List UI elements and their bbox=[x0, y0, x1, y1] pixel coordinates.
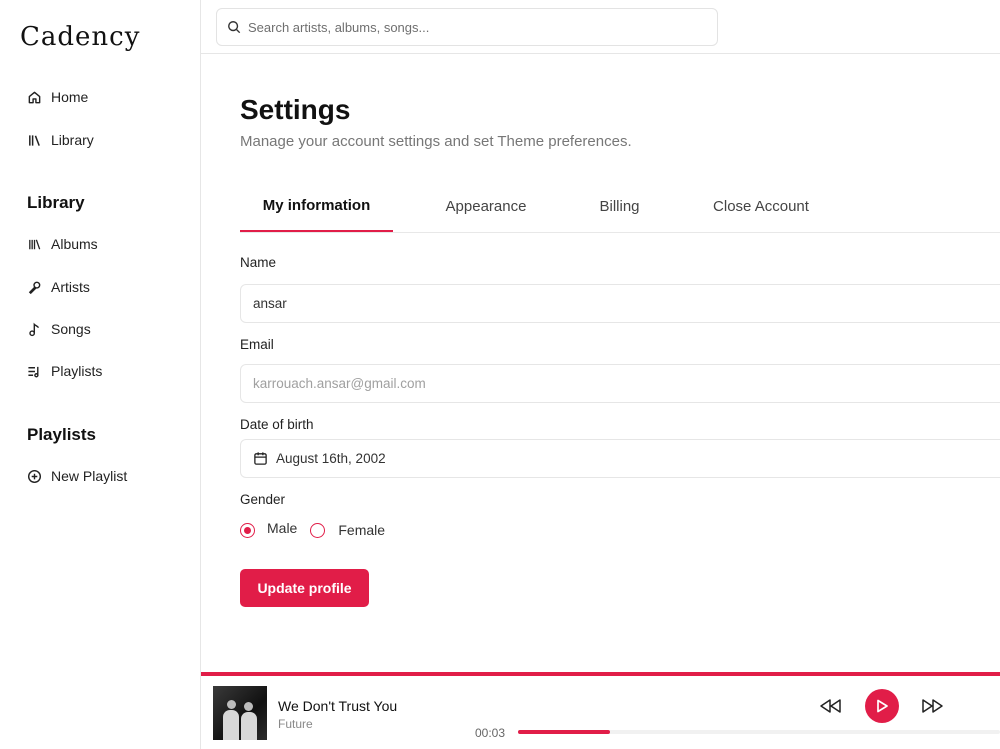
progress-fill bbox=[518, 730, 610, 734]
elapsed-time: 00:03 bbox=[475, 726, 506, 740]
play-button[interactable] bbox=[865, 689, 899, 723]
tab-close-account[interactable]: Close Account bbox=[690, 180, 832, 232]
sidebar-item-label: Library bbox=[51, 132, 94, 148]
plus-circle-icon bbox=[27, 469, 42, 483]
settings-tabs: My information Appearance Billing Close … bbox=[240, 180, 1000, 233]
dob-label: Date of birth bbox=[240, 417, 314, 432]
page-subtitle: Manage your account settings and set The… bbox=[240, 133, 632, 150]
library-icon bbox=[29, 134, 40, 146]
rewind-button[interactable] bbox=[818, 694, 844, 718]
play-icon bbox=[877, 699, 888, 713]
album-cover bbox=[213, 686, 267, 740]
music-player: We Don't Trust You Future 00:03 bbox=[201, 672, 1000, 749]
name-field[interactable] bbox=[240, 284, 1000, 323]
gender-radio-group: Male Female bbox=[240, 518, 398, 542]
tab-billing[interactable]: Billing bbox=[580, 180, 659, 232]
app-logo[interactable]: Cadency bbox=[20, 22, 140, 52]
library-heading: Library bbox=[27, 193, 85, 212]
email-field bbox=[240, 364, 1000, 403]
dob-value: August 16th, 2002 bbox=[276, 451, 386, 466]
sidebar-item-label: Artists bbox=[51, 279, 90, 295]
email-label: Email bbox=[240, 337, 274, 352]
playlist-icon bbox=[28, 366, 39, 377]
gender-radio-female[interactable] bbox=[310, 522, 326, 538]
search-box[interactable] bbox=[216, 8, 718, 46]
top-bar bbox=[201, 0, 1000, 54]
date-picker[interactable]: August 16th, 2002 bbox=[240, 439, 1000, 478]
sidebar-item-label: Albums bbox=[51, 236, 98, 252]
update-profile-button[interactable]: Update profile bbox=[240, 569, 369, 607]
sidebar-item-label: New Playlist bbox=[51, 468, 128, 484]
tab-appearance[interactable]: Appearance bbox=[425, 180, 547, 232]
albums-icon bbox=[29, 239, 41, 249]
tab-my-information[interactable]: My information bbox=[240, 180, 393, 232]
calendar-icon bbox=[254, 452, 267, 465]
rewind-icon bbox=[820, 699, 841, 713]
track-artist: Future bbox=[278, 717, 313, 731]
track-title: We Don't Trust You bbox=[278, 698, 398, 714]
search-icon bbox=[228, 21, 241, 34]
sidebar: Cadency Home Library Library Albums Arti… bbox=[0, 0, 201, 749]
page-title: Settings bbox=[240, 94, 351, 125]
sidebar-item-playlists[interactable]: Playlists bbox=[27, 359, 102, 383]
sidebar-item-artists[interactable]: Artists bbox=[27, 275, 90, 299]
sidebar-item-label: Songs bbox=[51, 321, 91, 337]
gender-radio-male[interactable] bbox=[240, 522, 255, 538]
sidebar-item-label: Playlists bbox=[51, 363, 103, 379]
name-label: Name bbox=[240, 255, 277, 270]
fast-forward-button[interactable] bbox=[919, 694, 945, 718]
sidebar-item-home[interactable]: Home bbox=[27, 85, 88, 109]
home-icon bbox=[28, 91, 41, 103]
search-input[interactable] bbox=[248, 19, 688, 35]
progress-bar[interactable] bbox=[518, 730, 1000, 734]
music-note-icon bbox=[29, 322, 40, 336]
playlists-heading: Playlists bbox=[27, 425, 96, 444]
sidebar-item-label: Home bbox=[51, 89, 89, 105]
microphone-icon bbox=[28, 281, 41, 294]
new-playlist-button[interactable]: New Playlist bbox=[27, 464, 127, 488]
sidebar-item-library[interactable]: Library bbox=[27, 128, 94, 152]
sidebar-item-albums[interactable]: Albums bbox=[27, 232, 98, 256]
gender-option-male-label: Male bbox=[267, 520, 298, 536]
sidebar-item-songs[interactable]: Songs bbox=[27, 317, 91, 341]
gender-option-female-label: Female bbox=[338, 522, 386, 538]
gender-label: Gender bbox=[240, 492, 286, 507]
fast-forward-icon bbox=[922, 699, 943, 713]
